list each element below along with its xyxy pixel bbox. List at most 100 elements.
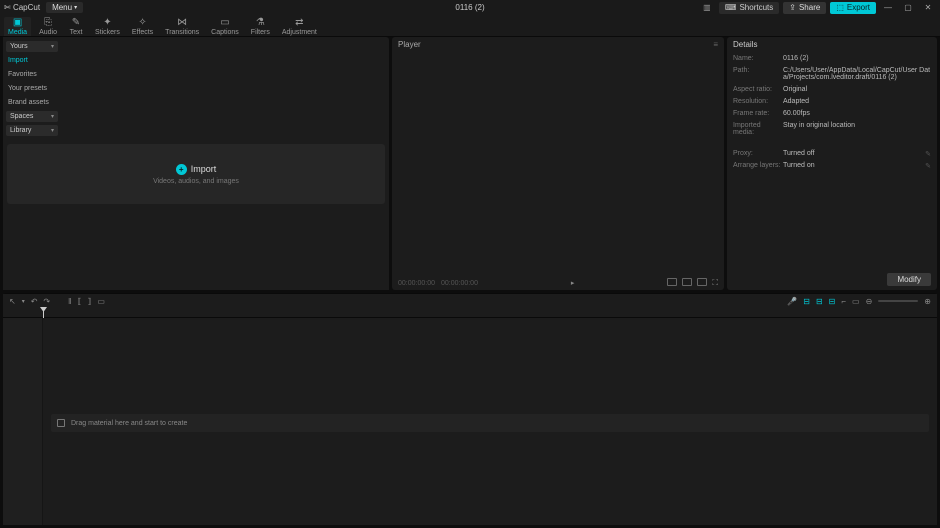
mic-icon[interactable]: 🎤 bbox=[787, 297, 797, 306]
detail-label: Arrange layers: bbox=[733, 162, 783, 169]
play-button[interactable]: ▸ bbox=[571, 279, 575, 287]
sidebar-item-presets[interactable]: Your presets bbox=[6, 83, 58, 94]
edit-icon[interactable]: ✎ bbox=[925, 150, 931, 158]
player-viewport[interactable] bbox=[392, 51, 724, 276]
menu-button[interactable]: Menu bbox=[46, 2, 83, 13]
magnet-icon[interactable]: ⌐ bbox=[841, 297, 846, 306]
tool-dropdown-icon[interactable]: ▾ bbox=[22, 298, 25, 305]
library-dropdown[interactable]: Library bbox=[6, 125, 58, 136]
sidebar-item-brand[interactable]: Brand assets bbox=[6, 97, 58, 108]
fullsize-icon[interactable] bbox=[682, 278, 692, 286]
pointer-tool[interactable]: ↖ bbox=[9, 297, 16, 306]
detail-value-resolution: Adapted bbox=[783, 98, 931, 105]
zoom-in-icon[interactable]: ⊕ bbox=[924, 297, 931, 306]
tab-adjustment[interactable]: ⇄Adjustment bbox=[278, 17, 321, 36]
split-tool[interactable]: ‖ bbox=[68, 297, 71, 306]
timeline-ruler[interactable] bbox=[3, 308, 937, 318]
detail-label: Name: bbox=[733, 55, 783, 62]
sidebar-item-import[interactable]: Import bbox=[6, 55, 58, 66]
details-body: Name:0116 (2) Path:C:/Users/User/AppData… bbox=[727, 51, 937, 269]
top-tabs: ▣Media ⎘Audio ✎Text ✦Stickers ✧Effects ⋈… bbox=[0, 15, 940, 37]
trim-left-tool[interactable]: ⟦ bbox=[77, 297, 81, 306]
time-total: 00:00:00:00 bbox=[441, 280, 478, 287]
delete-tool[interactable]: ▭ bbox=[97, 297, 105, 306]
transitions-icon: ⋈ bbox=[177, 18, 187, 28]
detail-value-name: 0116 (2) bbox=[783, 55, 931, 62]
media-icon: ▣ bbox=[13, 18, 22, 28]
detail-value-path: C:/Users/User/AppData/Local/CapCut/User … bbox=[783, 67, 931, 81]
app-logo: ✄ CapCut bbox=[4, 3, 40, 12]
share-button[interactable]: ⇪ Share bbox=[783, 2, 826, 14]
layout-icon[interactable]: ▥ bbox=[699, 2, 715, 14]
detail-label: Frame rate: bbox=[733, 110, 783, 117]
tab-effects[interactable]: ✧Effects bbox=[128, 17, 157, 36]
media-sidebar: Yours Import Favorites Your presets Bran… bbox=[3, 37, 61, 140]
main-row: Yours Import Favorites Your presets Bran… bbox=[0, 37, 940, 293]
detail-value-imported: Stay in original location bbox=[783, 122, 931, 136]
detail-value-layers: Turned on bbox=[783, 162, 931, 169]
detail-value-framerate: 60.00fps bbox=[783, 110, 931, 117]
media-content: + Import Videos, audios, and images bbox=[3, 140, 389, 290]
export-button[interactable]: ⬚ Export bbox=[830, 2, 876, 14]
timeline-body[interactable]: Drag material here and start to create bbox=[3, 318, 937, 525]
filters-icon: ⚗ bbox=[256, 18, 265, 28]
tab-text[interactable]: ✎Text bbox=[65, 17, 87, 36]
shortcuts-button[interactable]: ⌨ Shortcuts bbox=[719, 2, 779, 14]
tab-media[interactable]: ▣Media bbox=[4, 17, 31, 36]
timeline: ↖ ▾ ↶ ↷ ‖ ⟦ ⟧ ▭ 🎤 ⊟ ⊟ ⊟ ⌐ ▭ ⊖ ⊕ Drag mat bbox=[3, 293, 937, 525]
tab-captions[interactable]: ▭Captions bbox=[207, 17, 243, 36]
fullscreen-icon[interactable]: ⛶ bbox=[712, 278, 718, 288]
maximize-icon[interactable]: ▢ bbox=[900, 2, 916, 14]
timeline-gutter bbox=[3, 318, 43, 525]
player-header: Player ≡ bbox=[392, 37, 724, 51]
redo-button[interactable]: ↷ bbox=[43, 297, 50, 306]
sidebar-item-favorites[interactable]: Favorites bbox=[6, 69, 58, 80]
adjustment-icon: ⇄ bbox=[295, 18, 303, 28]
edit-icon[interactable]: ✎ bbox=[925, 162, 931, 170]
detail-label: Aspect ratio: bbox=[733, 86, 783, 93]
import-dropzone[interactable]: + Import Videos, audios, and images bbox=[7, 144, 385, 204]
player-panel: Player ≡ 00:00:00:00 00:00:00:00 ▸ ⛶ bbox=[392, 37, 724, 290]
player-controls: 00:00:00:00 00:00:00:00 ▸ ⛶ bbox=[392, 276, 724, 290]
detail-value-proxy: Turned off bbox=[783, 150, 931, 157]
preview-icon[interactable]: ▭ bbox=[852, 297, 860, 306]
tab-audio[interactable]: ⎘Audio bbox=[35, 17, 61, 36]
captions-icon: ▭ bbox=[220, 18, 229, 28]
close-icon[interactable]: ✕ bbox=[920, 2, 936, 14]
zoom-out-icon[interactable]: ⊖ bbox=[866, 297, 873, 306]
effects-icon: ✧ bbox=[138, 18, 146, 28]
import-subtitle: Videos, audios, and images bbox=[153, 178, 239, 185]
details-title: Details bbox=[727, 37, 937, 51]
text-icon: ✎ bbox=[72, 18, 80, 28]
detail-label: Proxy: bbox=[733, 150, 783, 157]
undo-button[interactable]: ↶ bbox=[31, 297, 38, 306]
modify-button[interactable]: Modify bbox=[887, 273, 931, 286]
detail-label: Imported media: bbox=[733, 122, 783, 136]
plus-icon: + bbox=[176, 164, 187, 175]
detail-label: Resolution: bbox=[733, 98, 783, 105]
detail-value-aspect: Original bbox=[783, 86, 931, 93]
track-toggle-3[interactable]: ⊟ bbox=[829, 297, 836, 306]
playhead[interactable] bbox=[43, 308, 44, 318]
spaces-dropdown[interactable]: Spaces bbox=[6, 111, 58, 122]
minimize-icon[interactable]: — bbox=[880, 2, 896, 14]
player-menu-icon[interactable]: ≡ bbox=[713, 40, 718, 49]
compare-icon[interactable] bbox=[697, 278, 707, 286]
import-button[interactable]: + Import bbox=[176, 164, 217, 175]
details-panel: Details Name:0116 (2) Path:C:/Users/User… bbox=[727, 37, 937, 290]
tab-stickers[interactable]: ✦Stickers bbox=[91, 17, 124, 36]
track-toggle-1[interactable]: ⊟ bbox=[803, 297, 810, 306]
yours-dropdown[interactable]: Yours bbox=[6, 41, 58, 52]
track-toggle-2[interactable]: ⊟ bbox=[816, 297, 823, 306]
zoom-slider[interactable] bbox=[878, 300, 918, 302]
time-current: 00:00:00:00 bbox=[398, 280, 435, 287]
ratio-icon[interactable] bbox=[667, 278, 677, 286]
detail-label: Path: bbox=[733, 67, 783, 81]
trim-right-tool[interactable]: ⟧ bbox=[87, 297, 91, 306]
tab-filters[interactable]: ⚗Filters bbox=[247, 17, 274, 36]
timeline-drop-hint[interactable]: Drag material here and start to create bbox=[51, 414, 929, 432]
project-title: 0116 (2) bbox=[455, 3, 484, 12]
tab-transitions[interactable]: ⋈Transitions bbox=[161, 17, 203, 36]
clip-icon bbox=[57, 419, 65, 427]
stickers-icon: ✦ bbox=[103, 18, 111, 28]
